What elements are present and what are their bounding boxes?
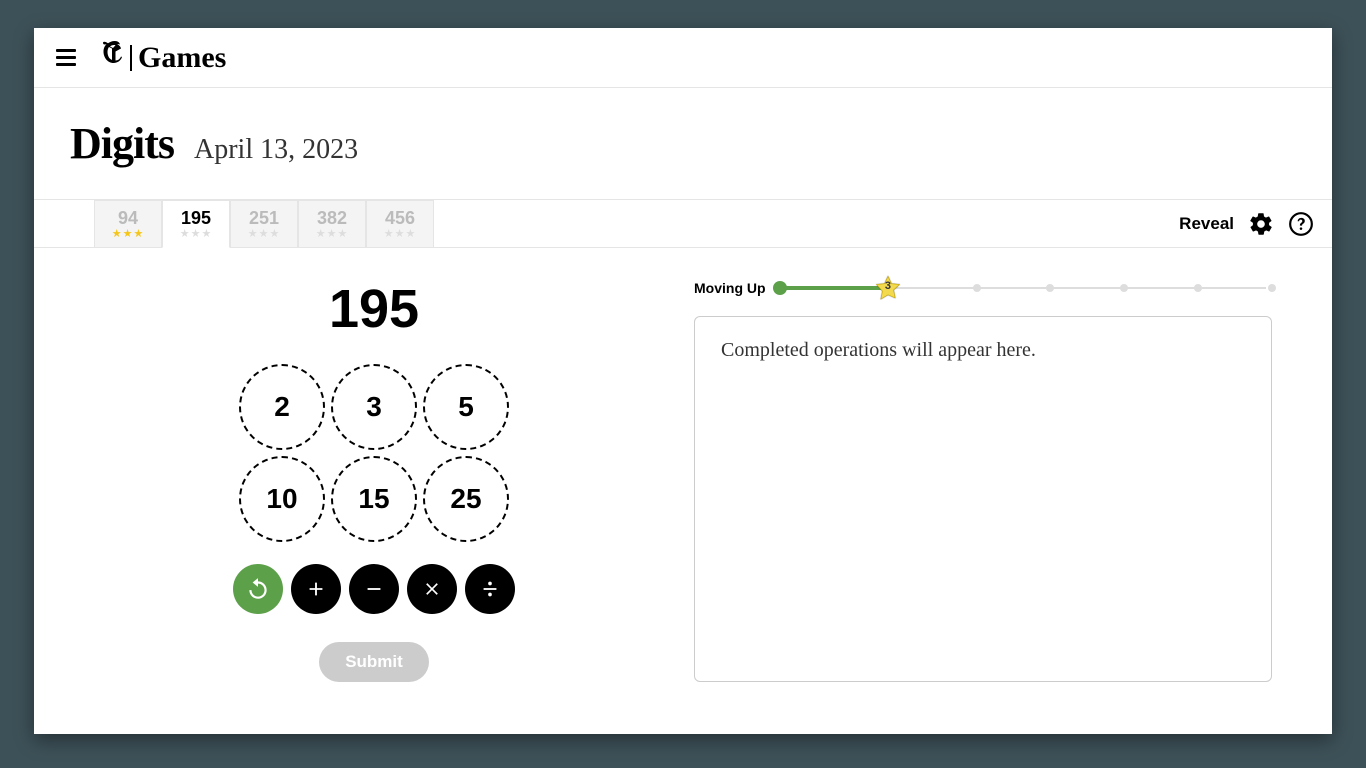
tab-stars: ★★★	[112, 229, 145, 240]
menu-icon[interactable]	[56, 49, 76, 66]
puzzle-tab-382[interactable]: 382 ★★★	[298, 200, 366, 247]
brand-games-text: Games	[138, 41, 226, 75]
number-tile-25[interactable]: 25	[423, 456, 509, 542]
number-grid: 235 101525	[239, 364, 509, 542]
operation-row	[233, 564, 515, 614]
title-bar: Digits April 13, 2023	[34, 88, 1332, 200]
settings-button[interactable]	[1248, 211, 1274, 237]
undo-icon	[245, 576, 271, 602]
tab-stars: ★★★	[316, 229, 349, 240]
number-tile-15[interactable]: 15	[331, 456, 417, 542]
progress-dot	[1120, 284, 1128, 292]
game-title: Digits	[70, 118, 174, 169]
target-number: 195	[329, 278, 419, 340]
puzzle-tab-251[interactable]: 251 ★★★	[230, 200, 298, 247]
operations-placeholder: Completed operations will appear here.	[721, 339, 1036, 361]
progress-dot	[1046, 284, 1054, 292]
puzzle-tab-94[interactable]: 94 ★★★	[94, 200, 162, 247]
submit-button[interactable]: Submit	[319, 642, 429, 682]
tab-stars: ★★★	[180, 229, 213, 240]
progress-star: 3	[874, 274, 902, 302]
tab-stars: ★★★	[384, 229, 417, 240]
number-tile-2[interactable]: 2	[239, 364, 325, 450]
reveal-button[interactable]: Reveal	[1179, 214, 1234, 234]
undo-button[interactable]	[233, 564, 283, 614]
tab-number: 382	[317, 209, 347, 227]
progress-bar: Moving Up 3	[694, 278, 1272, 298]
number-tile-3[interactable]: 3	[331, 364, 417, 450]
puzzle-tab-456[interactable]: 456 ★★★	[366, 200, 434, 247]
right-panel: Moving Up 3 Completed operations will ap…	[694, 278, 1272, 682]
progress-star-value: 3	[874, 280, 902, 292]
tab-number: 195	[181, 209, 211, 227]
multiply-button[interactable]	[407, 564, 457, 614]
number-tile-10[interactable]: 10	[239, 456, 325, 542]
progress-track: 3	[780, 278, 1272, 298]
progress-dot	[1268, 284, 1276, 292]
progress-dot	[973, 284, 981, 292]
number-tile-5[interactable]: 5	[423, 364, 509, 450]
top-bar: Games	[34, 28, 1332, 88]
game-date: April 13, 2023	[194, 134, 358, 166]
add-button[interactable]	[291, 564, 341, 614]
help-button[interactable]	[1288, 211, 1314, 237]
game-board: 195 235 101525 Submit	[94, 278, 654, 682]
divide-icon	[479, 578, 501, 600]
tab-number: 94	[118, 209, 138, 227]
brand-logo[interactable]: Games	[100, 40, 226, 76]
main-area: 195 235101525 Submit	[34, 248, 1332, 682]
help-icon	[1288, 211, 1314, 237]
app-window: Games Digits April 13, 2023 94★★★195★★★2…	[34, 28, 1332, 734]
tab-number: 251	[249, 209, 279, 227]
operations-panel: Completed operations will appear here.	[694, 316, 1272, 682]
progress-dot	[1194, 284, 1202, 292]
tab-number: 456	[385, 209, 415, 227]
tab-row: 94 ★★★ 195 ★★★ 251 ★★★ 382 ★★★ 456 ★★★ Reveal	[34, 200, 1332, 248]
puzzle-tabs: 94 ★★★ 195 ★★★ 251 ★★★ 382 ★★★ 456 ★★★	[94, 200, 434, 247]
nyt-t-icon	[100, 40, 124, 76]
gear-icon	[1248, 211, 1274, 237]
puzzle-tab-195[interactable]: 195 ★★★	[162, 200, 230, 248]
brand-divider	[130, 45, 132, 71]
minus-icon	[363, 578, 385, 600]
subtract-button[interactable]	[349, 564, 399, 614]
progress-label: Moving Up	[694, 280, 766, 296]
toolbar: Reveal	[1179, 200, 1314, 247]
plus-icon	[305, 578, 327, 600]
tab-stars: ★★★	[248, 229, 281, 240]
divide-button[interactable]	[465, 564, 515, 614]
progress-dot	[773, 281, 787, 295]
times-icon	[422, 579, 442, 599]
